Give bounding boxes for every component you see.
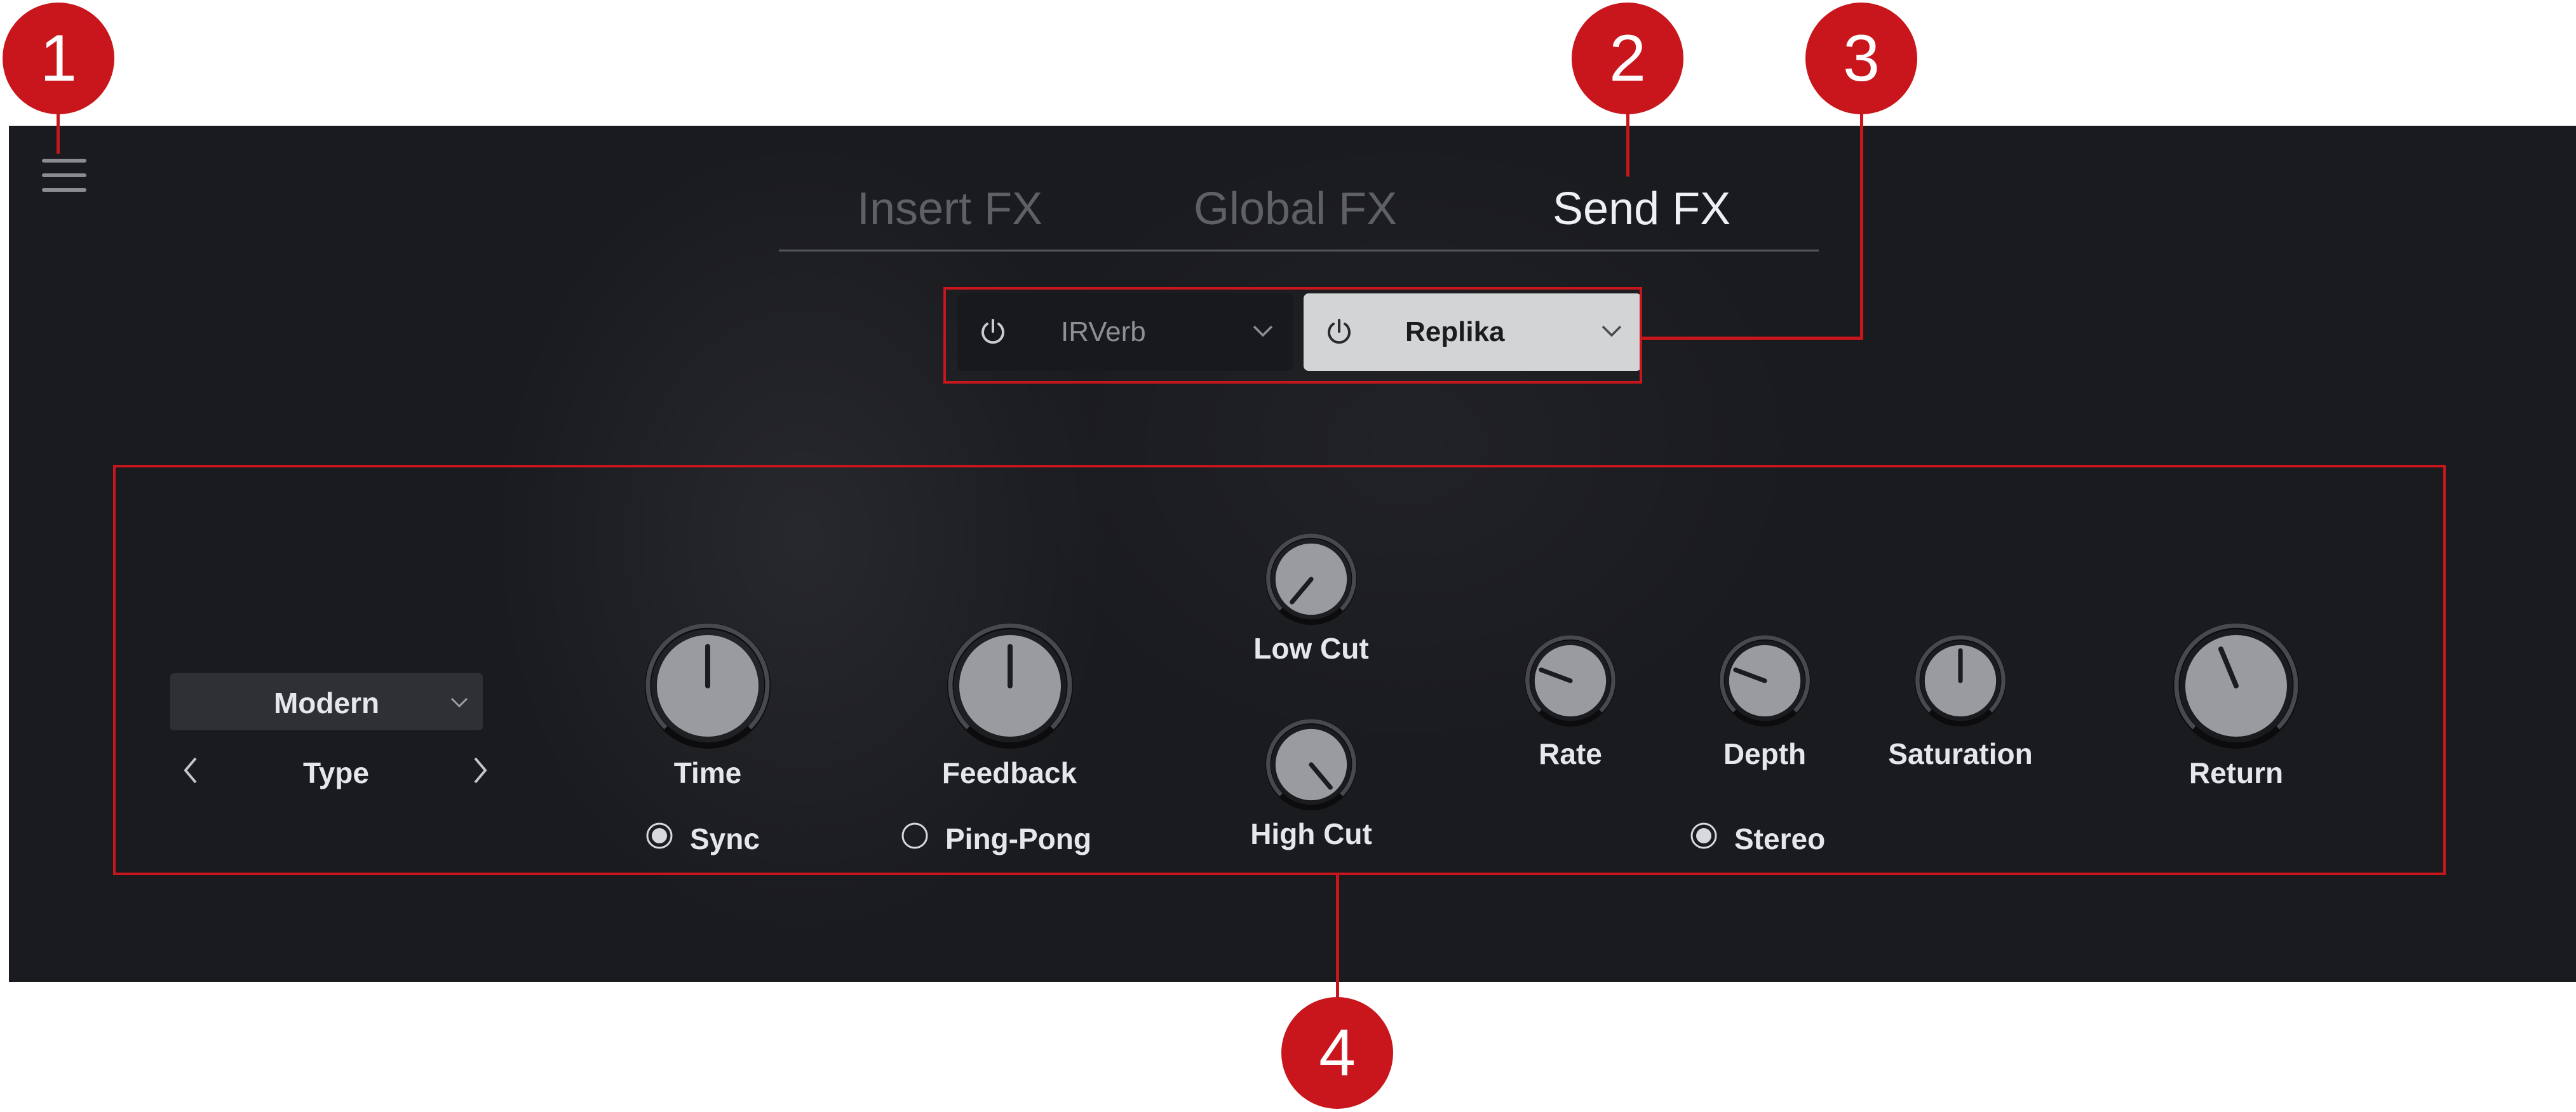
tab-insert-fx[interactable]: Insert FX (857, 183, 1042, 235)
callout-3-leader (1860, 113, 1863, 340)
callout-2-leader (1626, 113, 1629, 177)
callout-1: 1 (3, 3, 114, 114)
hamburger-menu-icon[interactable] (42, 159, 86, 192)
tab-underline (779, 250, 1819, 251)
tab-global-fx[interactable]: Global FX (1194, 183, 1397, 235)
callout-3: 3 (1805, 3, 1917, 114)
callout-3-leader-h (1640, 337, 1863, 340)
callout-4: 4 (1281, 997, 1393, 1109)
tab-send-fx[interactable]: Send FX (1553, 183, 1730, 235)
controls-highlight (113, 465, 2446, 875)
fx-slots-highlight (943, 287, 1642, 384)
callout-4-leader (1336, 875, 1339, 1000)
callout-1-leader (57, 113, 60, 154)
callout-2: 2 (1572, 3, 1683, 114)
